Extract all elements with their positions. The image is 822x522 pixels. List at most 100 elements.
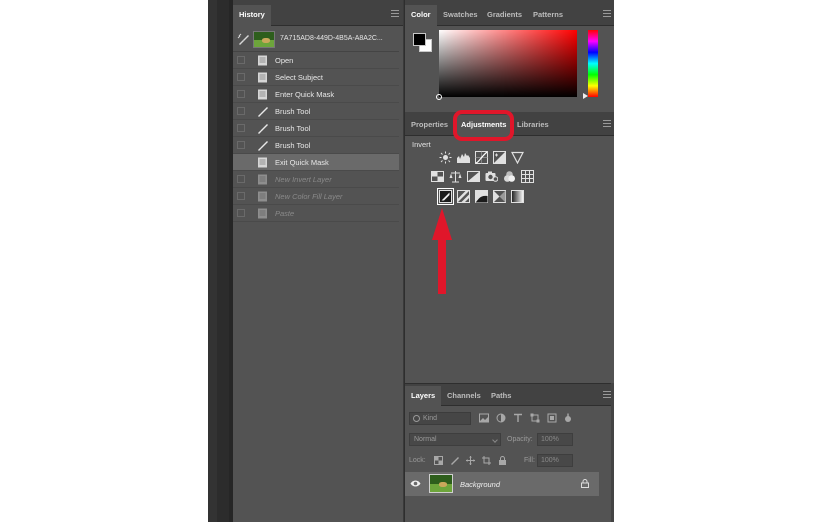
history-list: Open Select Subject Enter Quick Mask Brush … <box>233 52 399 222</box>
snapshot-thumbnail <box>253 31 275 48</box>
hue-saturation-icon[interactable] <box>431 170 444 183</box>
layers-panel: Layers Channels Paths Kind Normal Opacit… <box>405 383 614 522</box>
panel-menu-icon[interactable] <box>391 10 399 17</box>
color-panel: Color Swatches Gradients Patterns <box>405 0 614 110</box>
layers-scrollbar[interactable] <box>611 383 614 522</box>
document-icon <box>257 89 268 100</box>
photo-filter-icon[interactable] <box>485 170 498 183</box>
tab-gradients[interactable]: Gradients <box>481 5 528 26</box>
eye-visibility-icon[interactable] <box>410 479 421 488</box>
tab-libraries[interactable]: Libraries <box>511 115 555 136</box>
history-step-label: Brush Tool <box>275 107 311 116</box>
shape-layer-filter-icon[interactable] <box>530 413 540 423</box>
lock-transparent-pixels-icon[interactable] <box>434 456 443 465</box>
history-source-checkbox[interactable] <box>237 175 245 183</box>
tab-properties[interactable]: Properties <box>405 115 454 136</box>
lock-image-pixels-icon[interactable] <box>450 456 459 465</box>
chevron-down-icon <box>492 437 498 443</box>
history-snapshot[interactable]: 7A715AD8-449D-4B5A-A8A2C... <box>233 27 399 52</box>
lock-artboard-icon[interactable] <box>482 456 491 465</box>
history-source-checkbox[interactable] <box>237 124 245 132</box>
opacity-field[interactable]: 100% <box>537 433 573 446</box>
history-step[interactable]: Select Subject <box>233 69 399 86</box>
history-source-checkbox[interactable] <box>237 158 245 166</box>
threshold-icon[interactable] <box>475 190 488 203</box>
layer-filter-kind-select[interactable]: Kind <box>409 412 471 425</box>
history-step[interactable]: Open <box>233 52 399 69</box>
document-icon <box>257 191 268 202</box>
posterize-icon[interactable] <box>457 190 470 203</box>
blend-mode-select[interactable]: Normal <box>409 433 501 446</box>
selective-color-icon[interactable] <box>493 190 506 203</box>
history-source-checkbox[interactable] <box>237 107 245 115</box>
pixel-layer-filter-icon[interactable] <box>479 413 489 423</box>
right-panel-column: Color Swatches Gradients Patterns Proper… <box>404 0 614 522</box>
history-source-checkbox[interactable] <box>237 73 245 81</box>
history-tabbar: History <box>233 0 403 26</box>
brush-icon <box>257 140 268 151</box>
tab-layers[interactable]: Layers <box>405 386 442 407</box>
black-white-icon[interactable] <box>467 170 480 183</box>
tab-history[interactable]: History <box>233 5 271 26</box>
lock-position-icon[interactable] <box>466 456 475 465</box>
lock-label: Lock: <box>409 457 426 464</box>
panel-menu-icon[interactable] <box>603 10 611 17</box>
smart-object-filter-icon[interactable] <box>547 413 557 423</box>
layer-name: Background <box>460 480 501 489</box>
adjustment-layer-filter-icon[interactable] <box>496 413 506 423</box>
hue-slider[interactable] <box>588 30 598 97</box>
saturation-brightness-field[interactable] <box>436 30 577 100</box>
history-step[interactable]: Exit Quick Mask <box>233 154 399 171</box>
foreground-color-swatch[interactable] <box>413 33 426 46</box>
lock-row: Lock: Fill: 100% <box>409 454 609 467</box>
history-step[interactable]: New Invert Layer <box>233 171 399 188</box>
history-step[interactable]: Enter Quick Mask <box>233 86 399 103</box>
history-source-checkbox[interactable] <box>237 56 245 64</box>
channel-mixer-icon[interactable] <box>503 170 516 183</box>
history-step[interactable]: Brush Tool <box>233 103 399 120</box>
history-source-checkbox[interactable] <box>237 90 245 98</box>
history-brush-source-icon[interactable] <box>237 33 250 46</box>
document-icon <box>257 157 268 168</box>
brightness-contrast-icon[interactable] <box>439 151 452 164</box>
color-picker-marker[interactable] <box>436 94 442 100</box>
history-step-label: Enter Quick Mask <box>275 90 335 99</box>
tab-color[interactable]: Color <box>405 5 437 26</box>
history-step[interactable]: New Color Fill Layer <box>233 188 399 205</box>
type-layer-filter-icon[interactable] <box>513 413 523 423</box>
layer-row-background[interactable]: Background <box>405 472 599 496</box>
adjustment-hover-label: Invert <box>412 140 431 149</box>
history-source-checkbox[interactable] <box>237 141 245 149</box>
tab-channels[interactable]: Channels <box>441 386 487 407</box>
color-tabbar: Color Swatches Gradients Patterns <box>405 0 614 26</box>
panel-menu-icon[interactable] <box>603 391 611 398</box>
exposure-icon[interactable] <box>493 151 506 164</box>
tab-adjustments[interactable]: Adjustments <box>455 115 513 136</box>
history-step[interactable]: Brush Tool <box>233 120 399 137</box>
layers-tabbar: Layers Channels Paths <box>405 384 614 407</box>
gradient-map-icon[interactable] <box>511 190 524 203</box>
color-balance-icon[interactable] <box>449 170 462 183</box>
panel-menu-icon[interactable] <box>603 120 611 127</box>
history-source-checkbox[interactable] <box>237 209 245 217</box>
toolbar-strip <box>217 0 229 522</box>
tab-swatches[interactable]: Swatches <box>437 5 484 26</box>
color-lookup-icon[interactable] <box>521 170 534 183</box>
history-step[interactable]: Paste <box>233 205 399 222</box>
lock-all-icon[interactable] <box>498 456 507 465</box>
search-icon <box>413 415 420 422</box>
document-icon <box>257 55 268 66</box>
document-icon <box>257 174 268 185</box>
fill-field[interactable]: 100% <box>537 454 573 467</box>
levels-icon[interactable] <box>457 151 470 164</box>
tab-patterns[interactable]: Patterns <box>527 5 569 26</box>
vibrance-icon[interactable] <box>511 151 524 164</box>
curves-icon[interactable] <box>475 151 488 164</box>
invert-icon[interactable] <box>437 188 454 205</box>
filter-toggle-icon[interactable] <box>563 413 573 423</box>
history-step[interactable]: Brush Tool <box>233 137 399 154</box>
history-step-label: New Invert Layer <box>275 175 332 184</box>
history-source-checkbox[interactable] <box>237 192 245 200</box>
tab-paths[interactable]: Paths <box>485 386 517 407</box>
hue-slider-handle[interactable] <box>583 93 588 99</box>
